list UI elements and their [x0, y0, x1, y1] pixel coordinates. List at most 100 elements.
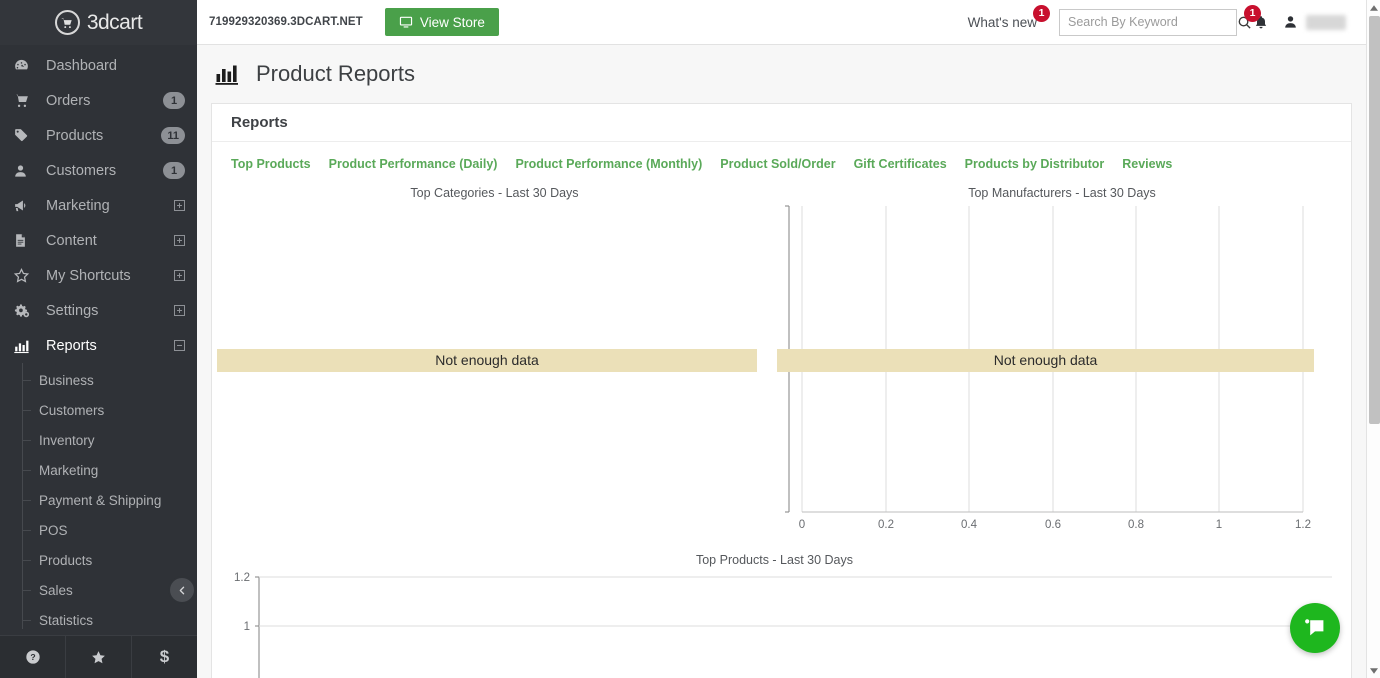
chat-bubble-icon — [1302, 616, 1328, 640]
tab-product-performance-daily[interactable]: Product Performance (Daily) — [329, 157, 498, 171]
whats-new-badge: 1 — [1033, 4, 1050, 22]
sidebar-item-marketing[interactable]: Marketing — [0, 188, 197, 223]
sidebar-item-label: Products — [46, 127, 104, 144]
megaphone-icon — [13, 198, 35, 214]
shopping-cart-icon — [54, 10, 80, 35]
dollar-icon[interactable]: $ — [132, 636, 197, 678]
arrow-left-circle-icon[interactable] — [170, 578, 194, 602]
sidebar-item-orders[interactable]: Orders 1 — [0, 83, 197, 118]
tab-top-products[interactable]: Top Products — [231, 157, 311, 171]
brand-name: 3dcart — [86, 10, 143, 34]
sidebar-badge-orders: 1 — [163, 92, 185, 109]
tab-product-sold-order[interactable]: Product Sold/Order — [720, 157, 835, 171]
chat-button[interactable] — [1290, 603, 1340, 653]
sidebar-subitem-label: Statistics — [39, 612, 94, 628]
notifications-button[interactable]: 1 — [1244, 4, 1269, 31]
tab-gift-certificates[interactable]: Gift Certificates — [854, 157, 947, 171]
svg-text:?: ? — [30, 652, 35, 662]
expand-icon-content[interactable] — [174, 235, 185, 246]
dashboard-icon — [13, 58, 35, 74]
sidebar-item-products[interactable]: Products 11 — [0, 118, 197, 153]
sidebar-item-label: Content — [46, 232, 97, 249]
sidebar-item-customers[interactable]: Customers 1 — [0, 153, 197, 188]
sidebar-logo[interactable]: 3dcart — [0, 0, 197, 45]
sidebar-item-reports[interactable]: Reports — [0, 328, 197, 363]
xtick-3: 0.6 — [1045, 519, 1061, 531]
help-icon[interactable]: ? — [0, 635, 66, 678]
xtick-1: 0.2 — [878, 519, 894, 531]
chevron-up-icon[interactable] — [1367, 0, 1380, 15]
sidebar-subitem-statistics[interactable]: Statistics — [0, 605, 197, 635]
sidebar-submenu-reports: Business Customers Inventory Marketing P… — [0, 363, 197, 635]
chart-title: Top Manufacturers - Last 30 Days — [968, 186, 1156, 200]
report-tabs: Top Products Product Performance (Daily)… — [212, 142, 1351, 171]
sidebar-subitem-label: Customers — [39, 402, 105, 418]
tab-products-by-distributor[interactable]: Products by Distributor — [965, 157, 1105, 171]
chart-title: Top Products - Last 30 Days — [695, 553, 854, 567]
reports-card: Reports Top Products Product Performance… — [211, 103, 1352, 678]
view-store-button[interactable]: View Store — [384, 8, 499, 36]
sidebar-subitem-label: Payment & Shipping — [39, 492, 162, 508]
sidebar-item-label: Customers — [46, 162, 117, 179]
star-icon[interactable] — [66, 635, 132, 678]
store-domain: 719929320369.3DCART.NET — [209, 16, 363, 28]
sidebar-badge-products: 11 — [161, 127, 185, 144]
sidebar-item-label: Orders — [46, 92, 91, 109]
sidebar-item-label: Reports — [46, 337, 97, 354]
expand-icon-settings[interactable] — [174, 305, 185, 316]
page-title: Product Reports — [256, 61, 415, 86]
sidebar-item-settings[interactable]: Settings — [0, 293, 197, 328]
xtick-5: 1 — [1216, 519, 1222, 531]
sidebar-subitem-payment-shipping[interactable]: Payment & Shipping — [0, 485, 197, 515]
collapse-icon-reports[interactable] — [174, 340, 185, 351]
search-input[interactable] — [1060, 9, 1237, 35]
scrollbar-thumb[interactable] — [1369, 16, 1380, 424]
sidebar-item-dashboard[interactable]: Dashboard — [0, 48, 197, 83]
sidebar-subitem-customers[interactable]: Customers — [0, 395, 197, 425]
sidebar-subitem-marketing[interactable]: Marketing — [0, 455, 197, 485]
sidebar-item-label: My Shortcuts — [46, 267, 131, 284]
charts-row: Top Categories - Last 30 Days Not enough… — [212, 171, 1351, 541]
sidebar-subitem-label: Sales — [39, 582, 73, 598]
sidebar-subitem-label: Marketing — [39, 462, 99, 478]
expand-icon-my-shortcuts[interactable] — [174, 270, 185, 281]
account-name — [1306, 14, 1346, 30]
no-data-banner: Not enough data — [217, 349, 757, 372]
account-button[interactable] — [1283, 14, 1298, 30]
tab-reviews[interactable]: Reviews — [1122, 157, 1172, 171]
star-icon — [13, 268, 35, 284]
header-right-group: What's new 1 1 — [968, 4, 1366, 36]
gears-icon — [13, 303, 35, 319]
xtick-4: 0.8 — [1128, 519, 1144, 531]
chart-top-products: Top Products - Last 30 Days 1.2 1 — [212, 553, 1347, 678]
sidebar-subitem-products[interactable]: Products — [0, 545, 197, 575]
sidebar-item-content[interactable]: Content — [0, 223, 197, 258]
sidebar-subitem-sales[interactable]: Sales — [0, 575, 197, 605]
card-header: Reports — [212, 104, 1351, 142]
chevron-down-icon[interactable] — [1367, 663, 1380, 678]
view-store-label: View Store — [419, 14, 485, 30]
sidebar-nav: Dashboard Orders 1 Products 11 Customers… — [0, 45, 197, 635]
expand-icon-marketing[interactable] — [174, 200, 185, 211]
admin-page: 3dcart Dashboard Orders 1 Products 11 Cu… — [0, 0, 1380, 678]
chart-top-manufacturers: Top Manufacturers - Last 30 Days 0 0.2 0… — [777, 186, 1347, 541]
xtick-6: 1.2 — [1295, 519, 1311, 531]
no-data-banner: Not enough data — [777, 349, 1314, 372]
sidebar-subitem-inventory[interactable]: Inventory — [0, 425, 197, 455]
main-content: Product Reports Reports Top Products Pro… — [197, 45, 1366, 678]
sidebar-subitem-label: POS — [39, 522, 68, 538]
sidebar-subitem-label: Business — [39, 372, 94, 388]
sidebar-item-label: Marketing — [46, 197, 110, 214]
sidebar-subitem-pos[interactable]: POS — [0, 515, 197, 545]
sidebar-subitem-business[interactable]: Business — [0, 365, 197, 395]
sidebar-footer: ? $ — [0, 635, 197, 678]
user-icon — [13, 163, 35, 179]
sidebar: 3dcart Dashboard Orders 1 Products 11 Cu… — [0, 0, 197, 678]
user-icon — [1283, 14, 1298, 30]
ytick-1: 1 — [244, 621, 250, 633]
tab-product-performance-monthly[interactable]: Product Performance (Monthly) — [515, 157, 702, 171]
sidebar-item-my-shortcuts[interactable]: My Shortcuts — [0, 258, 197, 293]
whats-new-link[interactable]: What's new 1 — [968, 4, 1050, 30]
browser-scrollbar[interactable] — [1366, 0, 1380, 678]
bar-chart-icon — [214, 62, 240, 86]
